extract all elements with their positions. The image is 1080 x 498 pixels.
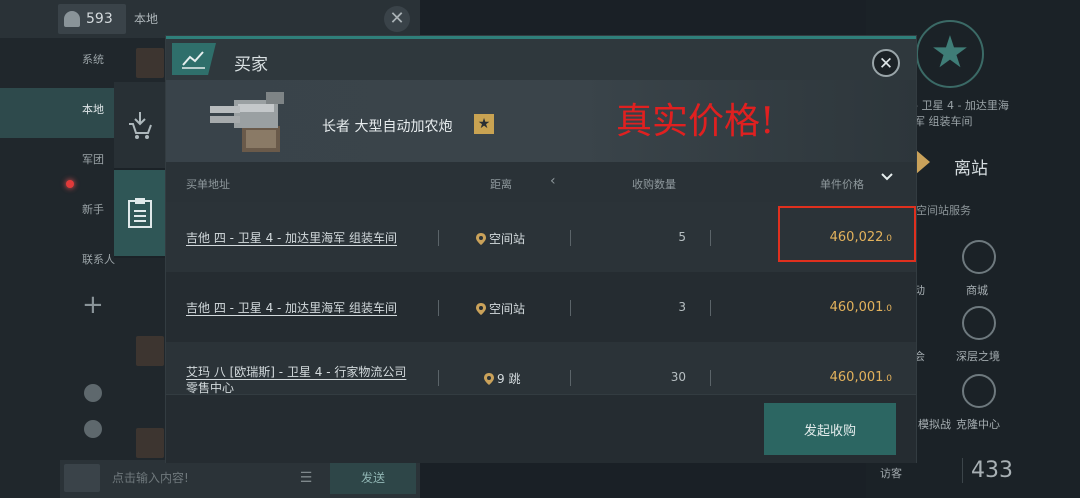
station-services-label: 空间站服务 [916, 204, 971, 217]
clipboard-icon [128, 198, 152, 228]
order-address[interactable]: 艾玛 八 [欧瑞斯] - 卫星 4 - 行家物流公司 零售中心 [186, 364, 421, 394]
price-highlight-box [778, 206, 916, 262]
service-abyss[interactable]: 深层之境 [956, 348, 1000, 364]
order-distance: 9 跳 [484, 370, 520, 387]
avatar [136, 428, 164, 458]
dialog-title: 买家 [234, 55, 268, 75]
visitor-count: 433 [962, 458, 1013, 483]
sort-left-icon[interactable]: ‹ [550, 173, 556, 189]
column-price[interactable]: 单件价格 [820, 176, 864, 192]
column-distance[interactable]: 距离 [490, 176, 512, 192]
service-shop[interactable]: 商城 [966, 282, 988, 298]
start-purchase-button[interactable]: 发起收购 [764, 403, 896, 455]
keyboard-icon[interactable] [64, 464, 100, 492]
channel-corp[interactable]: 军团 [0, 138, 130, 188]
service-clone[interactable]: 克隆中心 [956, 416, 1000, 432]
dialog-header: 买家 ✕ [166, 36, 916, 80]
send-button[interactable]: 发送 [330, 462, 416, 494]
settings-icon[interactable] [84, 420, 102, 438]
online-count: 593 [58, 4, 126, 34]
station-location: - 卫星 4 - 加达里海 军 组装车间 [914, 99, 1009, 128]
item-banner: 长者 大型自动加农炮 ★ 真实价格! [166, 80, 916, 162]
service-partial: 模拟战 [918, 418, 951, 431]
star-icon: ★ [474, 114, 494, 134]
column-quantity[interactable]: 收购数量 [632, 176, 676, 192]
item-name: 长者 大型自动加农炮 [322, 119, 453, 135]
buyers-dialog: 买家 ✕ 长者 大型自动加农炮 ★ 真实价格! 买单地址 距离 ‹ 收购数量 单… [166, 36, 916, 463]
person-icon [64, 11, 80, 27]
visitor-label: 访客 [880, 467, 902, 480]
add-channel-icon[interactable]: + [82, 290, 104, 320]
chat-input[interactable]: 点击输入内容! [112, 469, 189, 486]
abyss-icon[interactable] [962, 306, 996, 340]
undock-arrow-icon[interactable] [916, 150, 930, 174]
notification-dot [66, 180, 74, 188]
menu-icon[interactable]: ☰ [286, 464, 326, 492]
corp-emblem-icon: ★ [916, 20, 984, 88]
shop-icon[interactable] [962, 240, 996, 274]
dialog-footer: 发起收购 [166, 394, 916, 463]
voice-icon[interactable] [84, 384, 102, 402]
location-pin-icon [476, 232, 486, 245]
channel-system[interactable]: 系统 [0, 38, 130, 88]
order-distance: 空间站 [476, 300, 525, 317]
location-pin-icon [484, 372, 494, 385]
market-side-tabs [114, 82, 166, 258]
avatar [136, 48, 164, 78]
table-row[interactable]: 吉他 四 - 卫星 4 - 加达里海军 组装车间 空间站 3 460,001.0 [166, 272, 916, 342]
channel-newbie[interactable]: 新手 [0, 188, 130, 238]
chevron-down-icon[interactable] [880, 170, 894, 184]
channel-local[interactable]: 本地 [0, 88, 130, 138]
channel-contacts[interactable]: 联系人 [0, 238, 130, 288]
chat-channel-list: 系统 本地 军团 新手 联系人 [0, 38, 130, 288]
order-quantity: 5 [678, 230, 686, 244]
cart-download-icon [129, 112, 152, 139]
table-row[interactable]: 艾玛 八 [欧瑞斯] - 卫星 4 - 行家物流公司 零售中心 9 跳 30 4… [166, 342, 916, 394]
order-price: 460,001.0 [829, 370, 892, 385]
tab-buy-orders[interactable] [114, 82, 166, 170]
order-quantity: 30 [670, 370, 686, 384]
chart-icon [172, 43, 216, 75]
order-distance: 空间站 [476, 230, 525, 247]
tab-order-list[interactable] [114, 170, 166, 258]
avatar [136, 336, 164, 366]
chat-tab-title: 本地 [134, 12, 159, 26]
order-quantity: 3 [678, 300, 686, 314]
column-address: 买单地址 [186, 178, 230, 191]
chat-close-icon[interactable]: ✕ [384, 6, 410, 32]
annotation-text: 真实价格! [616, 101, 775, 142]
order-price: 460,001.0 [829, 300, 892, 315]
table-header: 买单地址 距离 ‹ 收购数量 单件价格 [166, 162, 916, 202]
order-address[interactable]: 吉他 四 - 卫星 4 - 加达里海军 组装车间 [186, 300, 421, 316]
location-pin-icon [476, 302, 486, 315]
undock-label[interactable]: 离站 [954, 154, 988, 179]
order-address[interactable]: 吉他 四 - 卫星 4 - 加达里海军 组装车间 [186, 230, 421, 246]
clone-icon[interactable] [962, 374, 996, 408]
close-icon[interactable]: ✕ [872, 49, 900, 77]
autocannon-image [210, 92, 284, 152]
